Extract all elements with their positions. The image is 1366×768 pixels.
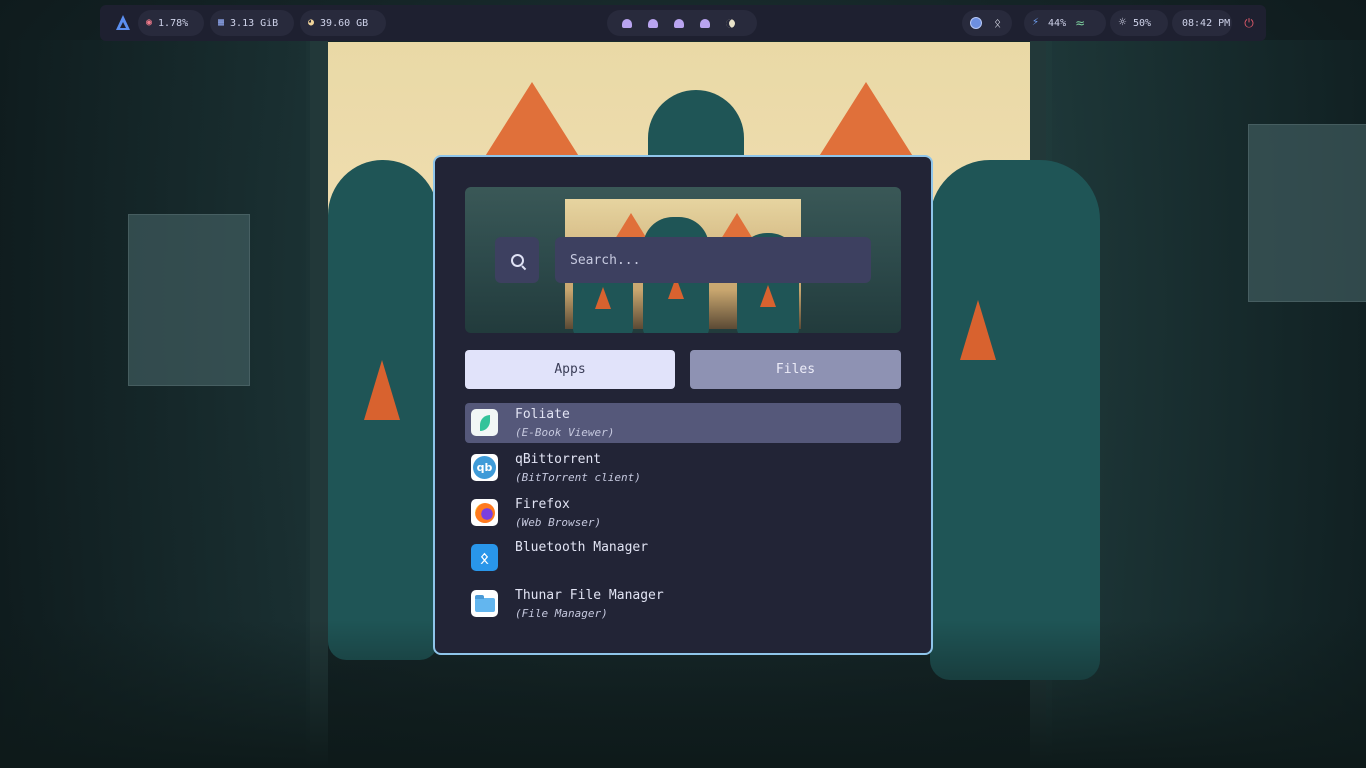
arch-logo-icon[interactable]	[116, 15, 130, 30]
cpu-usage: 1.78%	[158, 17, 189, 29]
tab-apps-label: Apps	[554, 362, 586, 377]
clock-widget[interactable]: 08:42 PM	[1172, 10, 1232, 36]
power-icon: ⏻	[1244, 16, 1254, 30]
list-item[interactable]: Firefox (Web Browser)	[465, 493, 901, 533]
wallpaper-wall-chart-left	[128, 214, 250, 386]
app-name: Foliate	[515, 407, 570, 422]
wallpaper-figure-left	[328, 160, 438, 660]
list-item[interactable]: Thunar File Manager (File Manager)	[465, 584, 901, 624]
app-name: Bluetooth Manager	[515, 540, 649, 555]
app-description: (BitTorrent client)	[515, 471, 641, 484]
foliate-icon	[471, 409, 498, 436]
app-list: Foliate (E-Book Viewer) qb qBittorrent (…	[465, 403, 901, 629]
list-item[interactable]: qb qBittorrent (BitTorrent client)	[465, 448, 901, 488]
app-description: (File Manager)	[515, 607, 608, 620]
workspace-switcher	[607, 10, 757, 36]
list-item[interactable]: Foliate (E-Book Viewer)	[465, 403, 901, 443]
app-description: (E-Book Viewer)	[515, 426, 615, 439]
top-status-bar: ◉ 1.78% ▦ 3.13 GiB ◕ 39.60 GB ᛟ ⚡ 44% ≈ …	[100, 5, 1266, 41]
connectivity-widget: ᛟ	[962, 10, 1012, 36]
disk-usage: 39.60 GB	[320, 17, 369, 29]
brightness-widget[interactable]: ☼ 50%	[1110, 10, 1168, 36]
app-name: Thunar File Manager	[515, 588, 664, 603]
memory-icon: ▦	[218, 17, 225, 28]
wifi-icon[interactable]: ≈	[1075, 17, 1085, 29]
globe-icon[interactable]	[970, 17, 982, 29]
battery-widget[interactable]: ⚡ 44% ≈	[1024, 10, 1106, 36]
power-button[interactable]: ⏻	[1238, 10, 1260, 36]
moon-icon[interactable]	[726, 18, 735, 28]
sun-icon: ☼	[1118, 17, 1127, 28]
app-name: Firefox	[515, 497, 570, 512]
cpu-widget[interactable]: ◉ 1.78%	[138, 10, 204, 36]
ghost-icon[interactable]	[622, 18, 632, 28]
bluetooth-manager-icon: ᛟ	[471, 544, 498, 571]
tab-apps[interactable]: Apps	[465, 350, 675, 389]
search-button[interactable]	[495, 237, 539, 283]
app-description: (Web Browser)	[515, 516, 602, 529]
ram-widget[interactable]: ▦ 3.13 GiB	[210, 10, 294, 36]
battery-level: 44%	[1048, 17, 1067, 29]
cpu-icon: ◉	[146, 17, 153, 28]
wallpaper-wall-chart-right	[1248, 124, 1366, 302]
search-input[interactable]	[555, 237, 871, 283]
disk-icon: ◕	[308, 17, 315, 28]
brightness-level: 50%	[1132, 17, 1152, 29]
bluetooth-icon[interactable]: ᛟ	[994, 17, 1001, 29]
disk-widget[interactable]: ◕ 39.60 GB	[300, 10, 386, 36]
wallpaper-figure-right	[930, 160, 1100, 680]
ghost-icon[interactable]	[648, 18, 658, 28]
ghost-icon[interactable]	[700, 18, 710, 28]
list-item[interactable]: ᛟ Bluetooth Manager	[465, 538, 901, 578]
clock-time: 08:42 PM	[1182, 17, 1231, 29]
qbittorrent-icon: qb	[471, 454, 498, 481]
firefox-icon	[471, 499, 498, 526]
ghost-icon[interactable]	[674, 18, 684, 28]
lightning-icon: ⚡	[1032, 17, 1040, 28]
tab-files[interactable]: Files	[690, 350, 901, 389]
ram-usage: 3.13 GiB	[230, 17, 279, 29]
search-icon	[510, 253, 524, 267]
folder-icon	[471, 590, 498, 617]
tab-files-label: Files	[775, 362, 816, 377]
app-launcher-window: Apps Files Foliate (E-Book Viewer) qb qB…	[433, 155, 933, 655]
app-name: qBittorrent	[515, 452, 602, 467]
